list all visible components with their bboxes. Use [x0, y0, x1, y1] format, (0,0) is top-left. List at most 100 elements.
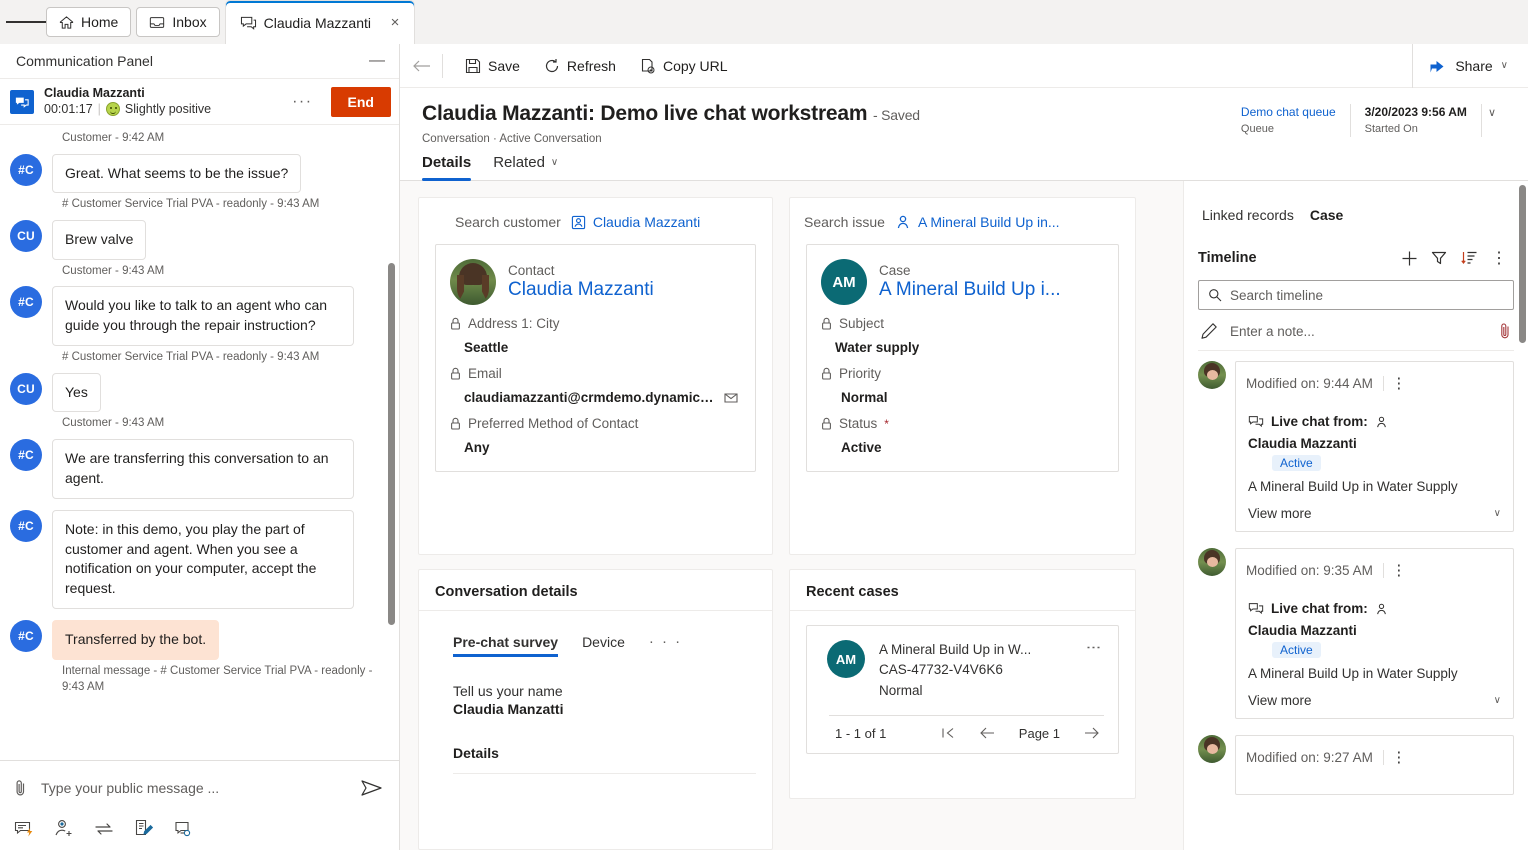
- consult-icon[interactable]: [173, 820, 193, 838]
- details-content: Search customer Claudia Mazzanti Contact…: [400, 181, 1528, 850]
- chat-message: #C Note: in this demo, you play the part…: [10, 509, 383, 610]
- chevron-down-icon[interactable]: ∨: [551, 157, 558, 168]
- search-issue-name: A Mineral Build Up in...: [917, 214, 1060, 230]
- paperclip-icon[interactable]: [1498, 322, 1512, 340]
- tab-overflow-button[interactable]: · · ·: [649, 633, 682, 657]
- case-contact-icon: [895, 214, 911, 230]
- next-page-icon[interactable]: [1084, 727, 1100, 739]
- message-bubble: Yes: [52, 372, 101, 413]
- timeline-card-body: Live chat from: Claudia Mazzanti Active …: [1236, 591, 1513, 718]
- lock-icon: [821, 317, 832, 330]
- timeline-scrollbar[interactable]: [1518, 181, 1528, 850]
- transcript-scrollbar[interactable]: [388, 125, 397, 760]
- chevron-down-icon[interactable]: ∨: [1494, 508, 1501, 519]
- contact-name-link[interactable]: Claudia Mazzanti: [508, 279, 654, 302]
- case-field-status-label: Status *: [821, 416, 1104, 431]
- save-label: Save: [488, 57, 520, 74]
- end-conversation-button[interactable]: End: [330, 86, 391, 117]
- linked-records-label: Linked records: [1202, 207, 1294, 223]
- record-header: Claudia Mazzanti: Demo live chat workstr…: [400, 88, 1528, 145]
- tab-related-label: Related: [493, 154, 545, 171]
- search-customer-value[interactable]: Claudia Mazzanti: [571, 214, 700, 230]
- back-arrow-icon[interactable]: [400, 44, 442, 88]
- search-customer-label: Search customer: [455, 214, 561, 230]
- chat-message: CU Brew valve: [10, 219, 383, 260]
- filter-icon[interactable]: [1424, 245, 1454, 271]
- quick-replies-icon[interactable]: [14, 820, 34, 838]
- case-number: CAS-47732-V4V6K6: [879, 662, 1003, 678]
- contact-field-preferred-contact-label: Preferred Method of Contact: [450, 416, 741, 431]
- public-message-input[interactable]: [41, 780, 349, 796]
- timeline-search-input[interactable]: [1230, 287, 1504, 303]
- timeline-item-overflow-button[interactable]: ⋮: [1384, 557, 1414, 583]
- minimize-icon[interactable]: —: [369, 53, 385, 69]
- conversation-overflow-button[interactable]: ···: [284, 93, 320, 111]
- hamburger-menu-icon[interactable]: [6, 0, 46, 44]
- add-agent-icon[interactable]: [54, 819, 74, 838]
- case-overflow-button[interactable]: ⋮: [1077, 640, 1111, 654]
- search-issue-value[interactable]: A Mineral Build Up in...: [895, 214, 1060, 230]
- survey-answer: Claudia Manzatti: [453, 701, 564, 717]
- timeline-item-overflow-button[interactable]: ⋮: [1384, 744, 1414, 770]
- avatar: [1198, 735, 1226, 763]
- value-text: Water supply: [835, 340, 920, 355]
- paperclip-icon[interactable]: [12, 778, 29, 798]
- header-field-queue[interactable]: Demo chat queue Queue: [1227, 104, 1351, 138]
- header-fields-chevron-down-icon[interactable]: ∨: [1482, 104, 1502, 119]
- case-card-title: Case A Mineral Build Up i...: [879, 263, 1061, 302]
- close-icon[interactable]: ×: [386, 14, 404, 31]
- notes-icon[interactable]: [134, 819, 153, 838]
- timeline-view-more[interactable]: View more ∨: [1248, 693, 1501, 708]
- timeline-card: Modified on: 9:27 AM ⋮: [1235, 735, 1514, 795]
- timeline-item: Modified on: 9:35 AM ⋮ Live chat from: C…: [1198, 548, 1514, 719]
- tab-pre-chat-survey-label: Pre-chat survey: [453, 633, 559, 650]
- copy-url-button[interactable]: Copy URL: [630, 50, 738, 82]
- conversation-details-title: Conversation details: [419, 570, 772, 611]
- label-text: Priority: [839, 366, 882, 381]
- linked-records-value[interactable]: Case: [1310, 207, 1343, 223]
- refresh-label: Refresh: [566, 57, 616, 74]
- label-text: Address 1: City: [468, 316, 560, 331]
- tab-details[interactable]: Details: [422, 154, 472, 181]
- communication-panel: Communication Panel — Claudia Mazzanti 0…: [0, 44, 400, 850]
- timeline-search[interactable]: [1198, 280, 1514, 310]
- chat-session-icon: [10, 89, 34, 114]
- command-bar-items: Save Refresh Copy URL: [443, 50, 1412, 82]
- tab-inbox[interactable]: Inbox: [136, 7, 220, 37]
- list-item[interactable]: AM A Mineral Build Up in W... CAS-47732-…: [807, 626, 1118, 711]
- header-field-queue-value[interactable]: Demo chat queue: [1241, 104, 1336, 120]
- header-field-started-on-label: Started On: [1364, 123, 1418, 136]
- timeline-note-row[interactable]: Enter a note...: [1198, 310, 1514, 351]
- chevron-down-icon[interactable]: ∨: [1501, 60, 1508, 71]
- contact-card-header: Contact Claudia Mazzanti: [450, 259, 741, 305]
- live-chat-icon: [1248, 602, 1264, 616]
- email-icon[interactable]: [723, 391, 741, 405]
- tab-related[interactable]: Related ∨: [493, 154, 558, 180]
- command-bar-right: Share ∨: [1412, 43, 1528, 88]
- tab-claudia-mazzanti[interactable]: Claudia Mazzanti ×: [224, 0, 415, 44]
- add-icon[interactable]: [1394, 245, 1424, 271]
- transfer-icon[interactable]: [94, 821, 114, 837]
- chevron-down-icon[interactable]: ∨: [1494, 695, 1501, 706]
- send-icon[interactable]: [361, 779, 383, 797]
- refresh-button[interactable]: Refresh: [534, 50, 626, 82]
- case-entity-label: Case: [879, 262, 911, 278]
- timeline-item: Modified on: 9:44 AM ⋮ Live chat from: C…: [1198, 361, 1514, 532]
- case-field-subject-label: Subject: [821, 316, 1104, 331]
- contact-field-preferred-contact-value: Any: [464, 440, 741, 455]
- timeline-item-overflow-button[interactable]: ⋮: [1384, 370, 1414, 396]
- header-field-started-on: 3/20/2023 9:56 AM Started On: [1351, 104, 1482, 138]
- lock-icon: [450, 417, 461, 430]
- case-name-link[interactable]: A Mineral Build Up i...: [879, 279, 1061, 302]
- first-page-icon[interactable]: [941, 727, 955, 739]
- sort-icon[interactable]: [1454, 245, 1484, 271]
- tab-pre-chat-survey[interactable]: Pre-chat survey: [453, 633, 559, 657]
- tab-home[interactable]: Home: [46, 7, 132, 37]
- timeline-view-more[interactable]: View more ∨: [1248, 506, 1501, 521]
- tab-device[interactable]: Device: [582, 634, 625, 657]
- prev-page-icon[interactable]: [979, 727, 995, 739]
- save-button[interactable]: Save: [455, 50, 530, 82]
- share-button[interactable]: Share ∨: [1423, 50, 1514, 82]
- share-icon: [1429, 58, 1447, 74]
- more-icon[interactable]: ⋮: [1484, 245, 1514, 271]
